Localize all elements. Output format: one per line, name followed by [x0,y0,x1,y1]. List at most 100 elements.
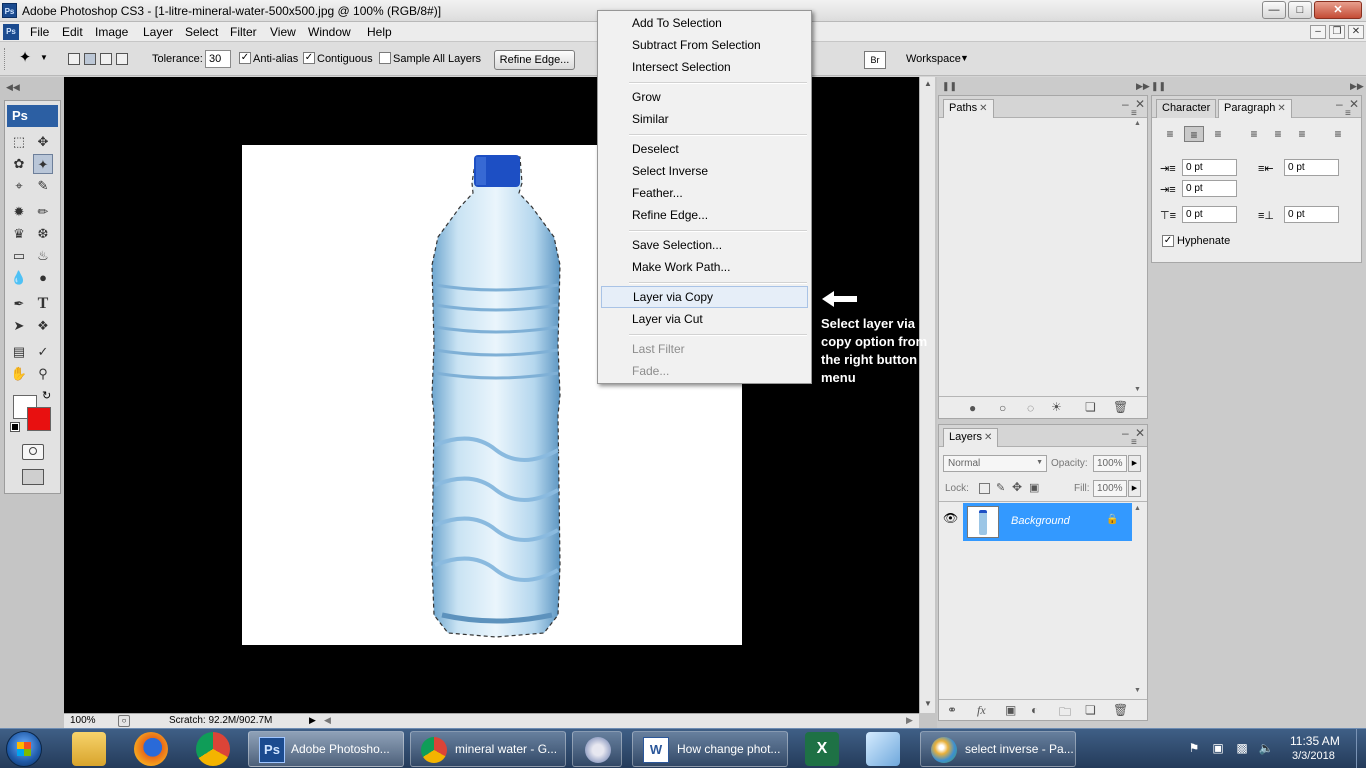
status-menu-arrow-icon[interactable]: ▶ [309,715,316,726]
fill-slider-icon[interactable]: ▶ [1128,480,1141,497]
tolerance-input[interactable]: 30 [205,50,231,68]
close-tab-icon[interactable]: ✕ [1277,103,1285,114]
type-tool-icon[interactable]: T [33,294,53,314]
justify-last-right-icon[interactable]: ≡ [1292,126,1312,142]
hand-tool-icon[interactable]: ✋ [9,364,29,384]
subtract-selection-mode-icon[interactable] [100,53,112,65]
lock-image-icon[interactable]: ✎ [996,481,1005,494]
menu-item-feather[interactable]: Feather... [601,182,808,204]
make-work-path-icon[interactable]: ☀ [1051,400,1062,414]
dock-grip-icon[interactable]: ❚❚ [1151,81,1166,92]
dodge-tool-icon[interactable]: ● [33,268,53,288]
space-after-input[interactable]: 0 pt [1284,206,1339,223]
contiguous-checkbox[interactable]: ✓ [303,52,315,64]
firefox-icon[interactable] [134,732,168,766]
adjustment-layer-icon[interactable]: ◐ [1031,703,1038,717]
lasso-tool-icon[interactable]: ✿ [9,154,29,174]
stroke-path-icon[interactable]: ○ [999,401,1006,415]
opacity-slider-icon[interactable]: ▶ [1128,455,1141,472]
action-center-icon[interactable]: ⚑ [1186,741,1202,757]
link-layers-icon[interactable]: ⚭ [947,703,957,717]
toolbox-collapse-icon[interactable]: ◀◀ [6,82,20,93]
sample-all-layers-checkbox[interactable] [379,52,391,64]
scroll-right-icon[interactable]: ▶ [906,715,913,726]
clock-time[interactable]: 11:35 AM [1290,734,1340,748]
indent-left-input[interactable]: 0 pt [1182,159,1237,176]
dock-expand-icon[interactable]: ▶▶ [1350,81,1364,92]
background-color-swatch[interactable] [27,407,51,431]
magic-wand-tool-icon[interactable]: ✦ [33,154,53,174]
load-path-selection-icon[interactable]: ◌ [1027,401,1034,415]
menu-item-make-work-path[interactable]: Make Work Path... [601,256,808,278]
blur-tool-icon[interactable]: 💧 [9,268,29,288]
menu-item-intersect-selection[interactable]: Intersect Selection [601,56,808,78]
scroll-left-icon[interactable]: ◀ [324,715,331,726]
scroll-down-icon[interactable]: ▼ [924,699,932,708]
panel-scroll-up-icon[interactable]: ▲ [1134,120,1141,127]
refine-edge-button[interactable]: Refine Edge... [494,50,575,70]
lock-all-icon[interactable]: ▣ [1029,481,1039,494]
layer-mask-icon[interactable]: ▣ [1005,703,1016,717]
volume-muted-icon[interactable]: 🔈 [1258,741,1274,757]
zoom-tool-icon[interactable]: ⚲ [33,364,53,384]
spot-healing-tool-icon[interactable]: ✹ [9,202,29,222]
close-tab-icon[interactable]: ✕ [979,103,987,114]
lock-position-icon[interactable]: ✥ [1012,480,1022,494]
screen-mode-icon[interactable] [22,469,44,485]
maximize-window-button[interactable]: □ [1288,1,1312,19]
align-left-icon[interactable]: ≡ [1160,126,1180,142]
new-path-icon[interactable]: ❏ [1085,400,1096,414]
menu-layer[interactable]: Layer [143,25,173,39]
panel-menu-icon[interactable]: ≡ [1345,108,1351,119]
menu-filter[interactable]: Filter [230,25,257,39]
align-center-icon[interactable]: ≡ [1184,126,1204,142]
menu-edit[interactable]: Edit [62,25,83,39]
history-brush-tool-icon[interactable]: ❆ [33,224,53,244]
panel-minimize-icon[interactable]: – [1122,426,1129,440]
menu-item-select-inverse[interactable]: Select Inverse [601,160,808,182]
brush-tool-icon[interactable]: ✏ [33,202,53,222]
device-icon[interactable]: ▣ [1210,741,1226,757]
tool-preset-dropdown-icon[interactable]: ▼ [40,53,48,62]
network-icon[interactable]: ▩ [1234,741,1250,757]
layer-name[interactable]: Background [1011,515,1070,527]
paint-bucket-tool-icon[interactable]: ♨ [33,246,53,266]
new-group-icon[interactable]: 🗀 [1059,703,1071,724]
doc-minimize-button[interactable]: – [1310,25,1326,39]
options-grip[interactable] [4,48,7,70]
bridge-icon[interactable]: Br [864,51,886,69]
excel-icon[interactable]: X [805,732,839,766]
menu-item-refine-edge[interactable]: Refine Edge... [601,204,808,226]
close-tab-icon[interactable]: ✕ [984,432,992,443]
clone-stamp-tool-icon[interactable]: ♛ [9,224,29,244]
dock-expand-icon[interactable]: ▶▶ [1136,81,1150,92]
pen-tool-icon[interactable]: ✒ [9,294,29,314]
lock-transparent-icon[interactable] [979,483,990,494]
path-selection-tool-icon[interactable]: ➤ [9,316,29,336]
crop-tool-icon[interactable]: ⌖ [9,176,29,196]
fill-input[interactable]: 100% [1093,480,1127,497]
taskbar-photoshop-button[interactable]: Ps Adobe Photosho... [248,731,404,767]
default-colors-icon[interactable] [10,422,20,432]
workspace-menu[interactable]: Workspace [906,53,961,65]
tab-character[interactable]: Character [1156,99,1217,118]
zoom-level[interactable]: 100% [70,715,96,726]
scroll-up-icon[interactable]: ▲ [924,79,932,88]
swap-colors-icon[interactable]: ↻ [42,389,51,402]
photoshop-menu-icon[interactable]: Ps [3,24,19,40]
taskbar-paint-button[interactable]: select inverse - Pa... [920,731,1076,767]
start-button[interactable] [6,731,42,767]
menu-image[interactable]: Image [95,25,128,39]
justify-last-left-icon[interactable]: ≡ [1244,126,1264,142]
panel-scroll-down-icon[interactable]: ▼ [1134,386,1141,393]
menu-item-grow[interactable]: Grow [601,86,808,108]
status-info-icon[interactable]: ○ [118,715,130,727]
layer-row-background[interactable]: Background 🔒 [963,503,1132,541]
visibility-eye-icon[interactable]: 👁 [943,511,958,525]
move-tool-icon[interactable]: ✥ [33,132,53,152]
show-desktop-button[interactable] [1356,729,1366,768]
align-right-icon[interactable]: ≡ [1208,126,1228,142]
anti-alias-checkbox[interactable]: ✓ [239,52,251,64]
menu-view[interactable]: View [270,25,296,39]
justify-last-center-icon[interactable]: ≡ [1268,126,1288,142]
